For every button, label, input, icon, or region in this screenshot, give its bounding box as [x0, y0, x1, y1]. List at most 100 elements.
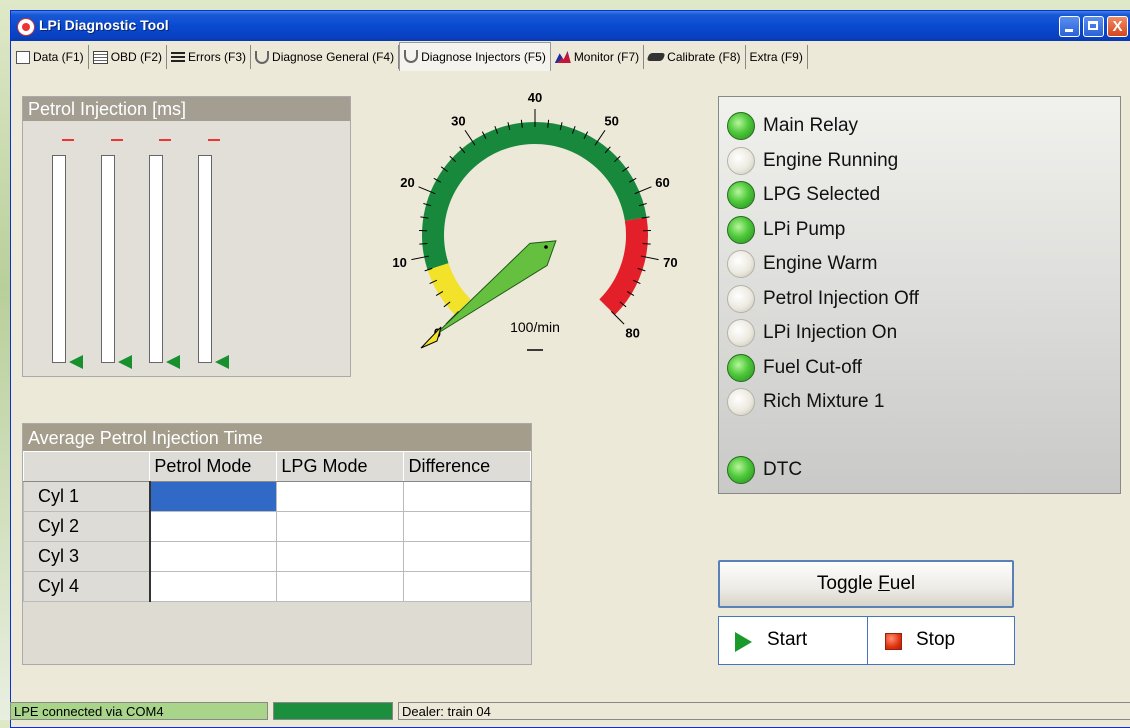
toggle-fuel-button[interactable]: Toggle Fuel	[718, 560, 1014, 608]
injection-bar-cyl-4	[198, 155, 212, 363]
status-lpg-selected: LPG Selected	[727, 180, 880, 210]
table-header-row: Petrol Mode LPG Mode Difference	[24, 452, 531, 482]
status-label: Engine Warm	[763, 253, 877, 275]
status-label: Main Relay	[763, 115, 858, 137]
progress-indicator	[273, 702, 393, 720]
table-row: Cyl 2	[24, 512, 531, 542]
rpm-gauge: 01020304050607080100/min	[370, 92, 680, 372]
column-header: Difference	[404, 452, 531, 482]
table-cell[interactable]	[404, 572, 531, 602]
title-bar[interactable]: LPi Diagnostic Tool X	[11, 11, 1130, 41]
minor-tick	[643, 243, 651, 244]
stethoscope-icon	[255, 51, 269, 64]
status-bar: LPE connected via COM4 Dealer: train 04	[10, 702, 1130, 720]
status-led-icon	[727, 112, 755, 140]
column-header: Petrol Mode	[150, 452, 277, 482]
table-cell[interactable]	[150, 542, 277, 572]
table-row: Cyl 1	[24, 482, 531, 512]
tab-label: Data (F1)	[33, 50, 84, 64]
accelerator-key: F	[878, 573, 890, 594]
status-led-icon	[727, 250, 755, 278]
avg-injection-panel: Average Petrol Injection Time Petrol Mod…	[22, 423, 532, 665]
gauge-band	[607, 219, 637, 307]
table-row: Cyl 3	[24, 542, 531, 572]
table-cell[interactable]	[404, 482, 531, 512]
connection-status: LPE connected via COM4	[10, 702, 268, 720]
table-cell[interactable]	[150, 572, 277, 602]
button-label: Start	[767, 629, 807, 651]
row-header: Cyl 2	[24, 512, 150, 542]
tab-strip: Data (F1) OBD (F2) Errors (F3) Diagnose …	[12, 44, 808, 70]
table-cell[interactable]	[150, 512, 277, 542]
tab-errors[interactable]: Errors (F3)	[167, 45, 251, 69]
dealer-status: Dealer: train 04	[398, 702, 1130, 720]
data-icon	[16, 51, 30, 64]
tab-calibrate[interactable]: Calibrate (F8)	[644, 45, 745, 69]
minor-tick	[419, 243, 427, 244]
status-label: LPi Pump	[763, 219, 845, 241]
table-cell[interactable]	[404, 512, 531, 542]
tab-obd[interactable]: OBD (F2)	[89, 45, 167, 69]
status-fuel-cut-off: Fuel Cut-off	[727, 353, 862, 383]
row-header: Cyl 4	[24, 572, 150, 602]
tab-data[interactable]: Data (F1)	[12, 45, 89, 69]
level-arrow-icon	[69, 355, 83, 369]
status-label: Engine Running	[763, 150, 898, 172]
status-panel: Main Relay Engine Running LPG Selected L…	[718, 96, 1121, 494]
status-label: LPG Selected	[763, 184, 880, 206]
level-arrow-icon	[166, 355, 180, 369]
status-dtc: DTC	[727, 455, 802, 485]
tab-label: OBD (F2)	[111, 50, 162, 64]
row-header: Cyl 3	[24, 542, 150, 572]
tab-label: Monitor (F7)	[574, 50, 639, 64]
gauge-tick-label: 70	[663, 255, 677, 270]
minimize-button[interactable]	[1059, 16, 1080, 37]
tab-extra[interactable]: Extra (F9)	[746, 45, 808, 69]
limit-marker	[111, 139, 123, 141]
status-lpi-injection-on: LPi Injection On	[727, 318, 897, 348]
limit-marker	[159, 139, 171, 141]
table-cell[interactable]	[150, 482, 277, 512]
obd-icon	[93, 51, 108, 64]
tab-diagnose-injectors[interactable]: Diagnose Injectors (F5)	[399, 42, 551, 71]
tab-label: Extra (F9)	[750, 50, 803, 64]
gauge-zero-pointer	[421, 327, 441, 348]
status-led-icon	[727, 216, 755, 244]
gauge-tick-label: 50	[604, 113, 618, 128]
window-title: LPi Diagnostic Tool	[39, 17, 169, 33]
status-led-icon	[727, 147, 755, 175]
table-cell[interactable]	[404, 542, 531, 572]
table-cell[interactable]	[277, 482, 404, 512]
gauge-needle-hub	[544, 245, 548, 249]
avg-injection-table: Petrol Mode LPG Mode Difference Cyl 1 Cy…	[23, 451, 531, 602]
gauge-tick-label: 40	[528, 92, 542, 105]
stop-button[interactable]: Stop	[867, 616, 1015, 665]
button-label: uel	[890, 573, 915, 594]
errors-icon	[171, 52, 185, 63]
table-cell[interactable]	[277, 512, 404, 542]
gauge-tick-label: 60	[655, 175, 669, 190]
app-logo-icon	[17, 18, 35, 36]
calibrate-icon	[647, 53, 666, 61]
status-led-icon	[727, 388, 755, 416]
tab-monitor[interactable]: Monitor (F7)	[551, 45, 644, 69]
gauge-tick-label: 80	[625, 326, 639, 341]
tab-diagnose-general[interactable]: Diagnose General (F4)	[251, 45, 399, 69]
major-tick	[611, 311, 624, 324]
table-cell[interactable]	[277, 542, 404, 572]
play-icon	[735, 632, 752, 652]
start-button[interactable]: Start	[718, 616, 868, 665]
maximize-button[interactable]	[1083, 16, 1104, 37]
status-rich-mixture-1: Rich Mixture 1	[727, 387, 884, 417]
status-led-icon	[727, 456, 755, 484]
table-cell[interactable]	[277, 572, 404, 602]
limit-marker	[62, 139, 74, 141]
injection-bar-cyl-2	[101, 155, 115, 363]
close-button[interactable]: X	[1107, 16, 1128, 37]
status-label: Fuel Cut-off	[763, 357, 862, 379]
level-arrow-icon	[215, 355, 229, 369]
status-led-icon	[727, 285, 755, 313]
petrol-injection-panel: Petrol Injection [ms]	[22, 96, 351, 377]
gauge-unit-label: 100/min	[510, 319, 560, 335]
level-arrow-icon	[118, 355, 132, 369]
